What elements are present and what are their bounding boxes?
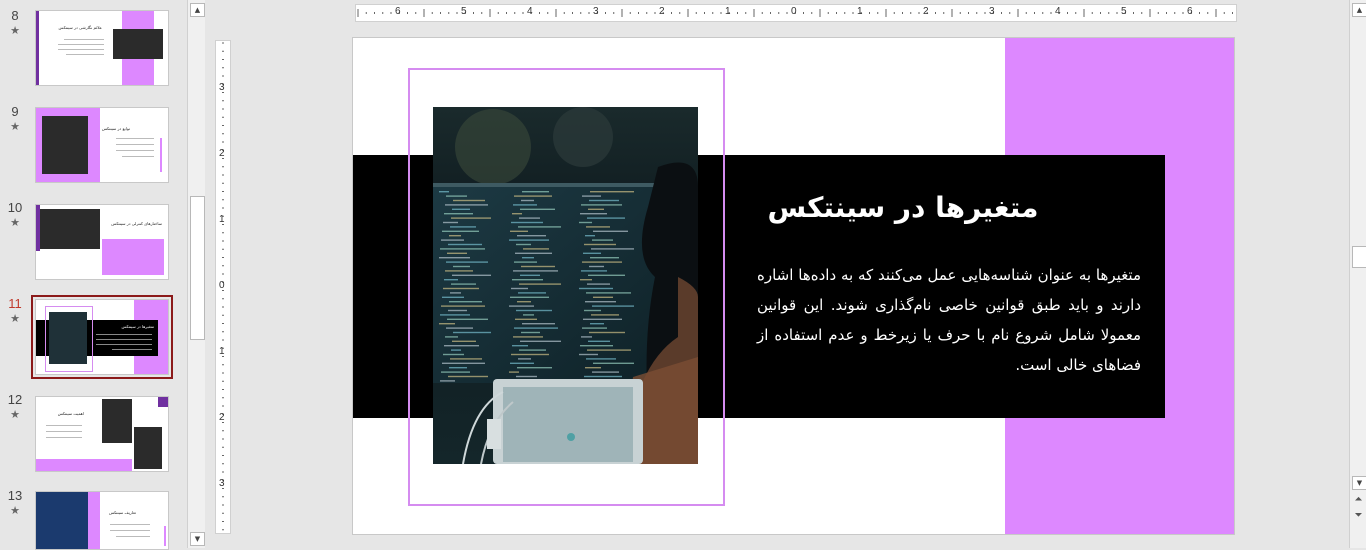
ruler-label: 2 <box>923 6 929 17</box>
slide-body-text[interactable]: متغیرها به عنوان شناسه‌هایی عمل می‌کنند … <box>757 260 1141 380</box>
ruler-label: 5 <box>1121 6 1127 17</box>
ruler-label: 3 <box>219 82 225 93</box>
ruler-label: 1 <box>725 6 731 17</box>
accent-block <box>36 459 132 471</box>
ruler-label: 0 <box>219 280 225 291</box>
slide-canvas[interactable]: متغیرها در سینتکس متغیرها به عنوان شناسه… <box>352 37 1235 535</box>
programmer-photo[interactable] <box>433 107 698 464</box>
thumb-title: توابع در سینتکس <box>101 126 130 131</box>
vertical-ruler: 3 2 1 0 1 2 3 <box>215 40 231 534</box>
editor-scrollbar[interactable]: ▲ ▼ ⏶ ⏷ <box>1349 0 1366 548</box>
slide-thumbnail-panel: 8 ★ علائم نگارشی در سینتکس 9 ★ توابع در … <box>0 0 190 550</box>
ruler-label: 0 <box>791 6 797 17</box>
ruler-label: 1 <box>219 214 225 225</box>
code-image <box>134 427 162 469</box>
scroll-thumb[interactable] <box>1352 246 1366 268</box>
thumb-title: علائم نگارشی در سینتکس <box>58 25 102 30</box>
scroll-up-icon[interactable]: ▲ <box>190 3 205 17</box>
animation-star-icon: ★ <box>10 408 20 421</box>
photo <box>49 312 87 364</box>
slide-thumbnail-12[interactable]: اهمیت سینتکس <box>35 396 169 472</box>
code-image <box>113 29 163 59</box>
ruler-label: 3 <box>593 6 599 17</box>
slide-thumbnail-11[interactable]: متغیرها در سینتکس <box>31 295 173 379</box>
slide-thumbnail-13[interactable]: تعاریف سینتکس <box>35 491 169 550</box>
slide-number: 12 <box>7 392 23 407</box>
previous-slide-icon[interactable]: ⏶ <box>1352 494 1365 505</box>
code-image <box>102 399 132 443</box>
animation-star-icon: ★ <box>10 504 20 517</box>
slide-title[interactable]: متغیرها در سینتکس <box>733 188 1073 228</box>
thumb-title: متغیرها در سینتکس <box>121 324 154 329</box>
ruler-label: 4 <box>1055 6 1061 17</box>
slide-number: 13 <box>7 488 23 503</box>
ruler-label: 5 <box>461 6 467 17</box>
thumb-title: تعاریف سینتکس <box>109 510 136 515</box>
accent-block <box>88 492 100 549</box>
horizontal-ruler: 6 5 4 3 2 1 0 1 2 3 4 5 6 <box>355 4 1237 22</box>
slide-thumbnail-10[interactable]: ساختارهای کنترلی در سینتکس <box>35 204 169 280</box>
ruler-label: 6 <box>1187 6 1193 17</box>
scroll-up-icon[interactable]: ▲ <box>1352 3 1366 17</box>
thumbnail-scrollbar[interactable]: ▲ ▼ <box>187 0 205 548</box>
ruler-label: 2 <box>219 148 225 159</box>
ruler-label: 2 <box>659 6 665 17</box>
slide-number: 8 <box>11 8 19 23</box>
accent-block <box>102 239 164 275</box>
ruler-label: 3 <box>219 478 225 489</box>
animation-star-icon: ★ <box>10 24 20 37</box>
slide-editor: 6 5 4 3 2 1 0 1 2 3 4 5 6 3 2 1 0 1 2 3 <box>205 0 1345 548</box>
slide-number: 10 <box>7 200 23 215</box>
animation-star-icon: ★ <box>10 120 20 133</box>
ruler-label: 1 <box>857 6 863 17</box>
slide-thumbnail-9[interactable]: توابع در سینتکس <box>35 107 169 183</box>
animation-star-icon: ★ <box>10 312 20 325</box>
code-image <box>42 116 88 174</box>
ruler-label: 1 <box>219 346 225 357</box>
ruler-label: 4 <box>527 6 533 17</box>
slide-number: 11 <box>8 296 22 311</box>
scroll-down-icon[interactable]: ▼ <box>190 532 205 546</box>
code-image <box>40 209 100 249</box>
slide-number: 9 <box>11 104 19 119</box>
scroll-thumb[interactable] <box>190 196 205 340</box>
slide-thumbnail-8[interactable]: علائم نگارشی در سینتکس <box>35 10 169 86</box>
animation-star-icon: ★ <box>10 216 20 229</box>
thumb-title: ساختارهای کنترلی در سینتکس <box>111 221 162 226</box>
ruler-label: 3 <box>989 6 995 17</box>
scroll-down-icon[interactable]: ▼ <box>1352 476 1366 490</box>
accent-bar <box>36 11 39 85</box>
ruler-label: 2 <box>219 412 225 423</box>
accent-square <box>158 397 168 407</box>
ruler-label: 6 <box>395 6 401 17</box>
code-image <box>36 492 88 549</box>
next-slide-icon[interactable]: ⏷ <box>1352 510 1365 521</box>
thumb-title: اهمیت سینتکس <box>57 411 84 416</box>
